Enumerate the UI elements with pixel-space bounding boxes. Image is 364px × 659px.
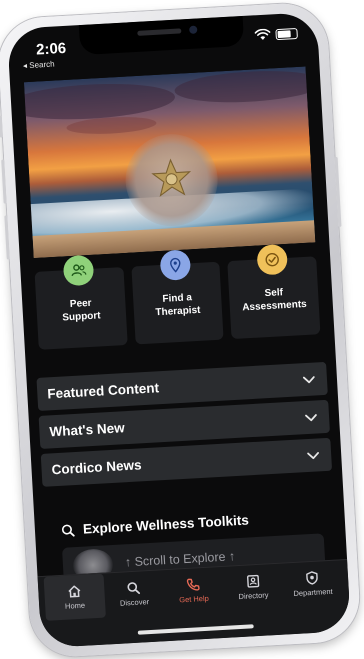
tab-department[interactable]: Department xyxy=(282,560,344,607)
phone: 2:06 ◂ Search Peer Support Find a Therap… xyxy=(0,1,362,659)
directory-icon xyxy=(246,574,259,588)
hero-banner xyxy=(23,66,316,258)
home-icon xyxy=(68,585,81,598)
tab-get-help[interactable]: Get Help xyxy=(163,567,225,614)
peer-support-icon xyxy=(63,254,95,287)
phone-icon xyxy=(186,578,200,591)
wifi-icon xyxy=(254,28,271,40)
find-therapist-card[interactable]: Find a Therapist xyxy=(131,249,224,345)
camera xyxy=(189,25,198,34)
tab-label: Get Help xyxy=(178,593,210,605)
chevron-down-icon xyxy=(305,413,317,421)
content-accordion: Featured Content What's New Cordico News xyxy=(36,361,333,492)
status-icons xyxy=(254,27,298,41)
back-to-search-link[interactable]: ◂ Search xyxy=(23,60,55,71)
quick-action-label: Self Assessments xyxy=(241,287,307,314)
accordion-title: Cordico News xyxy=(51,457,142,478)
home-indicator[interactable] xyxy=(137,624,254,635)
sheriff-star-icon xyxy=(151,158,192,197)
accordion-title: What's New xyxy=(49,420,126,440)
quick-action-label: Find a Therapist xyxy=(155,292,201,319)
device-mockup: 2:06 ◂ Search Peer Support Find a Therap… xyxy=(0,0,364,659)
tab-label: Home xyxy=(64,600,86,611)
tab-discover[interactable]: Discover xyxy=(103,570,165,617)
app-screen: 2:06 ◂ Search Peer Support Find a Therap… xyxy=(6,11,352,649)
quick-action-label: Peer Support xyxy=(62,297,101,324)
tab-label: Discover xyxy=(119,597,150,608)
quick-actions: Peer Support Find a Therapist Self Asses… xyxy=(34,243,321,350)
tab-home[interactable]: Home xyxy=(43,573,106,621)
explore-toolkits-header: Explore Wellness Toolkits xyxy=(61,512,250,537)
search-icon xyxy=(61,524,75,537)
peer-support-card[interactable]: Peer Support xyxy=(34,254,128,350)
self-assessments-card[interactable]: Self Assessments xyxy=(227,243,321,340)
tab-directory[interactable]: Directory xyxy=(222,564,284,611)
speaker xyxy=(137,28,182,36)
chevron-down-icon xyxy=(302,375,315,383)
chevron-down-icon xyxy=(307,451,319,459)
tab-label: Department xyxy=(293,586,333,599)
search-icon xyxy=(127,582,141,595)
location-pin-icon xyxy=(159,249,192,281)
explore-title: Explore Wellness Toolkits xyxy=(82,512,250,537)
tab-label: Directory xyxy=(238,590,269,602)
status-time: 2:06 xyxy=(35,39,67,59)
checkmark-icon xyxy=(256,243,288,276)
battery-icon xyxy=(275,27,298,40)
accordion-title: Featured Content xyxy=(46,380,160,402)
badge-icon xyxy=(306,571,318,585)
